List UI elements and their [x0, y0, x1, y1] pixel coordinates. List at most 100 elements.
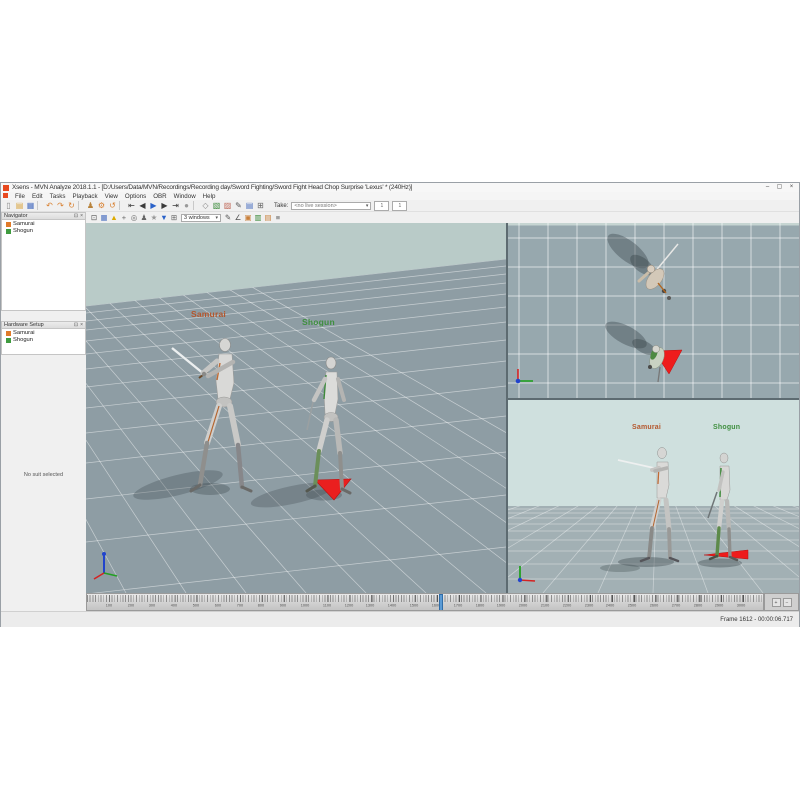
fullscreen-icon[interactable]: ⊡ — [89, 213, 99, 223]
take-label: Take: — [274, 203, 288, 209]
chevron-down-icon: ▾ — [215, 215, 218, 221]
toolbar-separator — [78, 201, 83, 210]
menu-edit[interactable]: Edit — [32, 193, 43, 200]
tick-label: 1700 — [450, 603, 465, 607]
navigator-tree[interactable]: SamuraiShogun — [1, 220, 86, 311]
status-bar: Frame 1612 - 00:00:06.717 — [1, 611, 799, 627]
viewport-side-view[interactable]: Samurai Shogun — [508, 400, 799, 593]
graph-red-icon[interactable]: ▨ — [222, 200, 233, 211]
tick-label: 1800 — [472, 603, 487, 607]
orbit-view-icon[interactable]: ◎ — [129, 213, 139, 223]
timeline: 1002003004005006007008009001000110012001… — [86, 593, 799, 611]
settings-gear-icon[interactable]: ⚙ — [96, 200, 107, 211]
menu-bar: File Edit Tasks Playback View Options OBR Windo… — [1, 192, 799, 200]
previous-frame-icon[interactable]: ◀ — [137, 200, 148, 211]
navigator-title: Navigator — [4, 213, 28, 219]
markers-icon[interactable]: ◇ — [200, 200, 211, 211]
edit-pencil-icon[interactable]: ✎ — [223, 213, 233, 223]
window-title: Xsens - MVN Analyze 2018.1.1 - [D:/Users… — [12, 184, 412, 191]
tick-label: 2400 — [603, 603, 618, 607]
menu-options[interactable]: Options — [125, 193, 146, 200]
take-value: <no live session> — [294, 203, 337, 209]
pin-icon[interactable]: ⊡ — [74, 322, 78, 328]
layout-value: 3 windows — [184, 215, 210, 221]
tree-item-label: Shogun — [13, 228, 33, 234]
redo-icon[interactable]: ↷ — [55, 200, 66, 211]
open-folder-icon[interactable]: ▤ — [14, 200, 25, 211]
layout-grid-icon[interactable]: ⊞ — [255, 200, 266, 211]
close-button[interactable]: × — [786, 183, 797, 192]
navigator-header[interactable]: Navigator ⊡ × — [1, 212, 86, 220]
refresh-icon[interactable]: ↻ — [66, 200, 77, 211]
tree-item-samurai[interactable]: Samurai — [2, 220, 85, 227]
doc-mini-icon — [3, 193, 8, 198]
close-icon[interactable]: × — [80, 213, 83, 219]
timeline-playhead[interactable] — [439, 594, 443, 611]
play-icon[interactable]: ▶ — [148, 200, 159, 211]
character-color-icon — [6, 222, 11, 227]
timeline-ticks — [87, 595, 763, 602]
viewport-3d-main[interactable]: Samurai Shogun — [86, 223, 506, 593]
tree-item-shogun[interactable]: Shogun — [2, 227, 85, 234]
undo-icon[interactable]: ↶ — [44, 200, 55, 211]
menu-obr[interactable]: OBR — [153, 193, 166, 200]
tree-item-shogun[interactable]: Shogun — [2, 336, 85, 343]
menu-help[interactable]: Help — [203, 193, 216, 200]
timeline-controls: + − — [764, 593, 799, 611]
pan-view-icon[interactable]: + — [119, 213, 129, 223]
chevron-down-icon: ▾ — [366, 203, 369, 209]
viewport-top-view[interactable] — [508, 223, 799, 398]
hardware-setup-list[interactable]: SamuraiShogun — [1, 329, 86, 355]
report-icon[interactable]: ▤ — [244, 200, 255, 211]
skip-to-start-icon[interactable]: ⇤ — [126, 200, 137, 211]
star-icon[interactable]: ★ — [149, 213, 159, 223]
tick-label: 1900 — [494, 603, 509, 607]
character-color-icon — [6, 229, 11, 234]
list-icon[interactable]: ≡ — [273, 213, 283, 223]
record-icon[interactable]: ● — [181, 200, 192, 211]
xsens-logo-icon — [3, 185, 9, 191]
tick-label: 2700 — [668, 603, 683, 607]
follow-character-icon[interactable]: ♟ — [139, 213, 149, 223]
close-icon[interactable]: × — [80, 322, 83, 328]
skip-to-end-icon[interactable]: ⇥ — [170, 200, 181, 211]
viewport-layout-icon[interactable]: ⊞ — [169, 213, 179, 223]
timeline-zoom-in-button[interactable]: + — [772, 598, 781, 607]
hardware-setup-header[interactable]: Hardware Setup ⊡ × — [1, 321, 86, 329]
pin-icon[interactable]: ⊡ — [74, 213, 78, 219]
menu-playback[interactable]: Playback — [72, 193, 97, 200]
menu-file[interactable]: File — [15, 193, 25, 200]
camera-set-icon[interactable]: ▤ — [263, 213, 273, 223]
view-toolbar: ⊡▦▲+◎♟★▼⊞ 3 windows ▾ ✎∠▣▥▤≡ — [87, 212, 799, 223]
reprocess-icon[interactable]: ↺ — [107, 200, 118, 211]
menu-tasks[interactable]: Tasks — [50, 193, 66, 200]
filter-icon[interactable]: ▼ — [159, 213, 169, 223]
take-spinner-1[interactable]: 1 — [374, 201, 389, 211]
viewport-layout-combobox[interactable]: 3 windows ▾ — [181, 214, 221, 222]
timeline-ruler[interactable]: 1002003004005006007008009001000110012001… — [86, 593, 764, 611]
tree-item-samurai[interactable]: Samurai — [2, 329, 85, 336]
shogun-label: Shogun — [713, 424, 740, 431]
title-bar[interactable]: Xsens - MVN Analyze 2018.1.1 - [D:/Users… — [1, 183, 799, 192]
menu-window[interactable]: Window — [174, 193, 196, 200]
samurai-label: Samurai — [191, 309, 226, 319]
capture-frame-icon[interactable]: ▣ — [243, 213, 253, 223]
minimize-button[interactable]: – — [762, 183, 773, 192]
next-frame-icon[interactable]: ▶ — [159, 200, 170, 211]
scene-props-icon[interactable]: ▥ — [253, 213, 263, 223]
take-spinner-2[interactable]: 1 — [392, 201, 407, 211]
save-icon[interactable]: ▦ — [25, 200, 36, 211]
warning-icon[interactable]: ▲ — [109, 213, 119, 223]
take-combobox[interactable]: <no live session> ▾ — [291, 202, 371, 210]
maximize-button[interactable]: ▢ — [774, 183, 785, 192]
menu-view[interactable]: View — [105, 193, 118, 200]
calibrate-person-icon[interactable]: ♟ — [85, 200, 96, 211]
timeline-zoom-out-button[interactable]: − — [783, 598, 792, 607]
tree-item-label: Shogun — [13, 337, 33, 343]
annotate-pencil-icon[interactable]: ✎ — [233, 200, 244, 211]
graph-green-icon[interactable]: ▧ — [211, 200, 222, 211]
new-document-icon[interactable]: ▯ — [3, 200, 14, 211]
grid-toggle-icon[interactable]: ▦ — [99, 213, 109, 223]
measure-angle-icon[interactable]: ∠ — [233, 213, 243, 223]
tick-label: 1200 — [341, 603, 356, 607]
